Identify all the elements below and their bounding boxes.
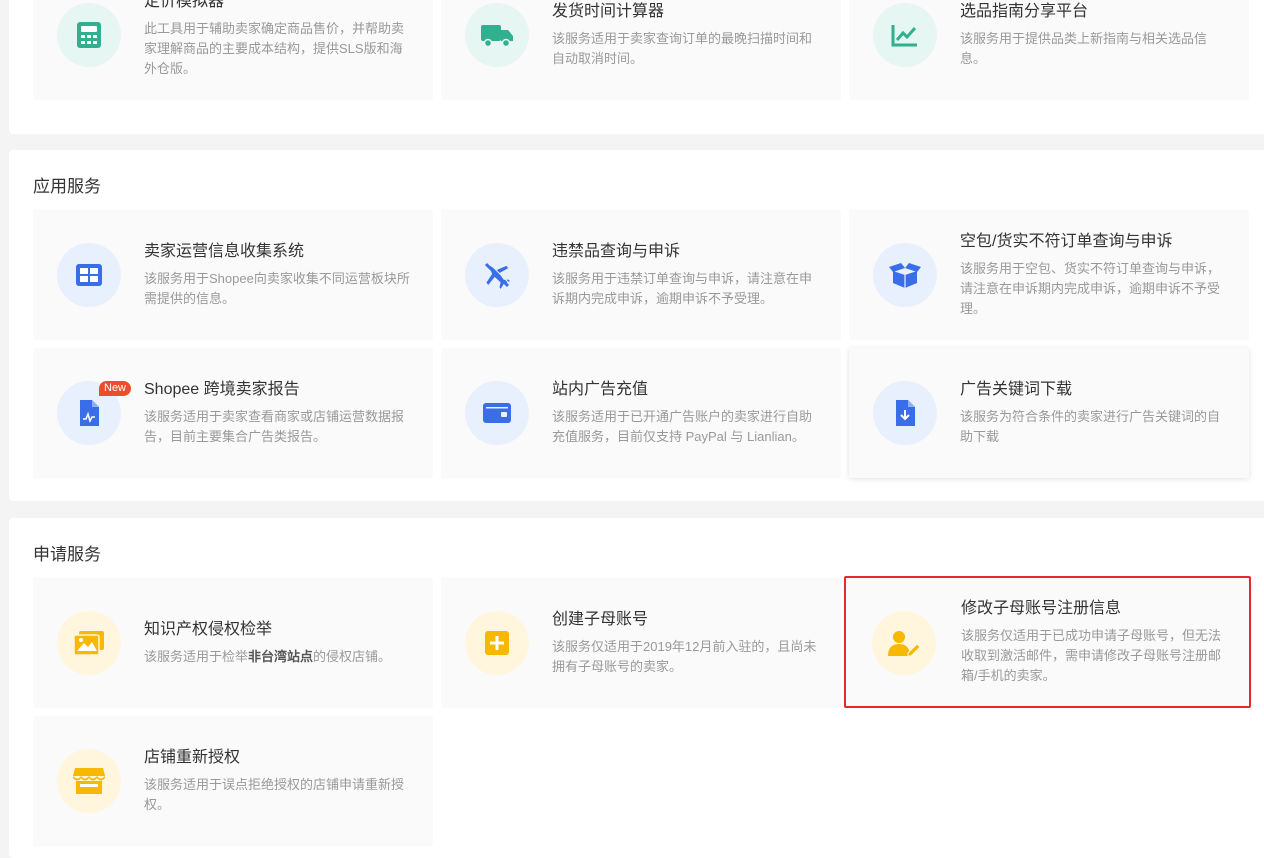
card-title: 选品指南分享平台	[960, 3, 1089, 20]
card-desc: 该服务为符合条件的卖家进行广告关键词的自助下载	[960, 409, 1221, 444]
app-services-panel: 应用服务 卖家运营信息收集系统 该服务用于Shopee向卖家收集不同运营板块所需…	[9, 150, 1264, 501]
card-product-selection-guide[interactable]: 选品指南分享平台 该服务用于提供品类上新指南与相关选品信息。	[849, 0, 1249, 100]
card-seller-info-collection[interactable]: 卖家运营信息收集系统 该服务用于Shopee向卖家收集不同运营板块所需提供的信息…	[33, 210, 433, 340]
card-title: 店铺重新授权	[144, 749, 241, 766]
card-modify-sub-account-info[interactable]: 修改子母账号注册信息 该服务仅适用于已成功申请子母账号，但无法收取到激活邮件，需…	[844, 576, 1251, 708]
bold-region-text: 非台湾站点	[248, 649, 314, 664]
card-ip-infringement-report[interactable]: 知识产权侵权检举 该服务适用于检举非台湾站点的侵权店铺。	[33, 578, 433, 708]
card-empty-package-appeal[interactable]: 空包/货实不符订单查询与申诉 该服务用于空包、货实不符订单查询与申诉，请注意在申…	[849, 210, 1249, 340]
plane-forbidden-icon	[465, 243, 529, 307]
image-gallery-icon	[57, 611, 121, 675]
card-shopee-cross-border-report[interactable]: New Shopee 跨境卖家报告 该服务适用于卖家查看商家或店铺运营数据报告，…	[33, 348, 433, 478]
user-edit-icon	[872, 611, 936, 675]
card-desc: 该服务适用于检举非台湾站点的侵权店铺。	[144, 649, 392, 664]
new-badge: New	[99, 381, 132, 396]
card-title: Shopee 跨境卖家报告	[144, 381, 300, 398]
plus-square-icon	[465, 611, 529, 675]
open-box-icon	[873, 243, 937, 307]
card-prohibited-goods-appeal[interactable]: 违禁品查询与申诉 该服务用于违禁订单查询与申诉，请注意在申诉期内完成申诉，逾期申…	[441, 210, 841, 340]
section-title: 应用服务	[33, 177, 101, 196]
section-title: 申请服务	[33, 545, 101, 564]
card-title: 知识产权侵权检举	[144, 621, 273, 638]
download-file-icon	[873, 381, 937, 445]
storefront-icon	[57, 749, 121, 813]
card-title: 卖家运营信息收集系统	[144, 243, 305, 260]
card-title: 广告关键词下载	[960, 381, 1073, 398]
card-title: 发货时间计算器	[552, 3, 665, 20]
card-desc: 该服务仅适用于已成功申请子母账号，但无法收取到激活邮件，需申请修改子母账号注册邮…	[961, 628, 1222, 683]
card-pricing-simulator[interactable]: 定价模拟器 此工具用于辅助卖家确定商品售价，并帮助卖家理解商品的主要成本结构，提…	[33, 0, 433, 100]
card-title: 站内广告充值	[552, 381, 649, 398]
card-desc: 该服务用于提供品类上新指南与相关选品信息。	[960, 31, 1208, 66]
tools-panel: 定价模拟器 此工具用于辅助卖家确定商品售价，并帮助卖家理解商品的主要成本结构，提…	[9, 0, 1264, 134]
card-title: 修改子母账号注册信息	[961, 600, 1122, 617]
card-title: 违禁品查询与申诉	[552, 243, 681, 260]
card-create-sub-account[interactable]: 创建子母账号 该服务仅适用于2019年12月前入驻的，且尚未拥有子母账号的卖家。	[441, 578, 841, 708]
card-desc: 该服务用于违禁订单查询与申诉，请注意在申诉期内完成申诉，逾期申诉不予受理。	[552, 271, 813, 306]
grid-table-icon	[57, 243, 121, 307]
calculator-icon	[57, 3, 121, 67]
card-title: 定价模拟器	[144, 0, 225, 10]
card-desc: 该服务适用于卖家查看商家或店铺运营数据报告，目前主要集合广告类报告。	[144, 409, 405, 444]
apply-services-panel: 申请服务 知识产权侵权检举 该服务适用于检举非台湾站点的侵权店铺。 创建子母账号…	[9, 518, 1264, 858]
card-ad-keyword-download[interactable]: 广告关键词下载 该服务为符合条件的卖家进行广告关键词的自助下载	[849, 348, 1249, 478]
card-title: 创建子母账号	[552, 611, 649, 628]
card-desc: 该服务用于空包、货实不符订单查询与申诉，请注意在申诉期内完成申诉，逾期申诉不予受…	[960, 261, 1221, 316]
card-desc: 该服务适用于卖家查询订单的最晚扫描时间和自动取消时间。	[552, 31, 813, 66]
card-title: 空包/货实不符订单查询与申诉	[960, 233, 1173, 250]
card-desc: 该服务仅适用于2019年12月前入驻的，且尚未拥有子母账号的卖家。	[552, 639, 817, 674]
card-desc: 该服务适用于误点拒绝授权的店铺申请重新授权。	[144, 777, 405, 812]
truck-icon	[465, 3, 529, 67]
card-shipping-time-calculator[interactable]: 发货时间计算器 该服务适用于卖家查询订单的最晚扫描时间和自动取消时间。	[441, 0, 841, 100]
card-desc: 该服务用于Shopee向卖家收集不同运营板块所需提供的信息。	[144, 271, 410, 306]
card-store-reauthorization[interactable]: 店铺重新授权 该服务适用于误点拒绝授权的店铺申请重新授权。	[33, 716, 433, 846]
card-desc: 此工具用于辅助卖家确定商品售价，并帮助卖家理解商品的主要成本结构，提供SLS版和…	[144, 21, 405, 76]
wallet-icon	[465, 381, 529, 445]
card-ad-recharge[interactable]: 站内广告充值 该服务适用于已开通广告账户的卖家进行自助充值服务，目前仅支持 Pa…	[441, 348, 841, 478]
trend-chart-icon	[873, 3, 937, 67]
card-desc: 该服务适用于已开通广告账户的卖家进行自助充值服务，目前仅支持 PayPal 与 …	[552, 409, 813, 444]
